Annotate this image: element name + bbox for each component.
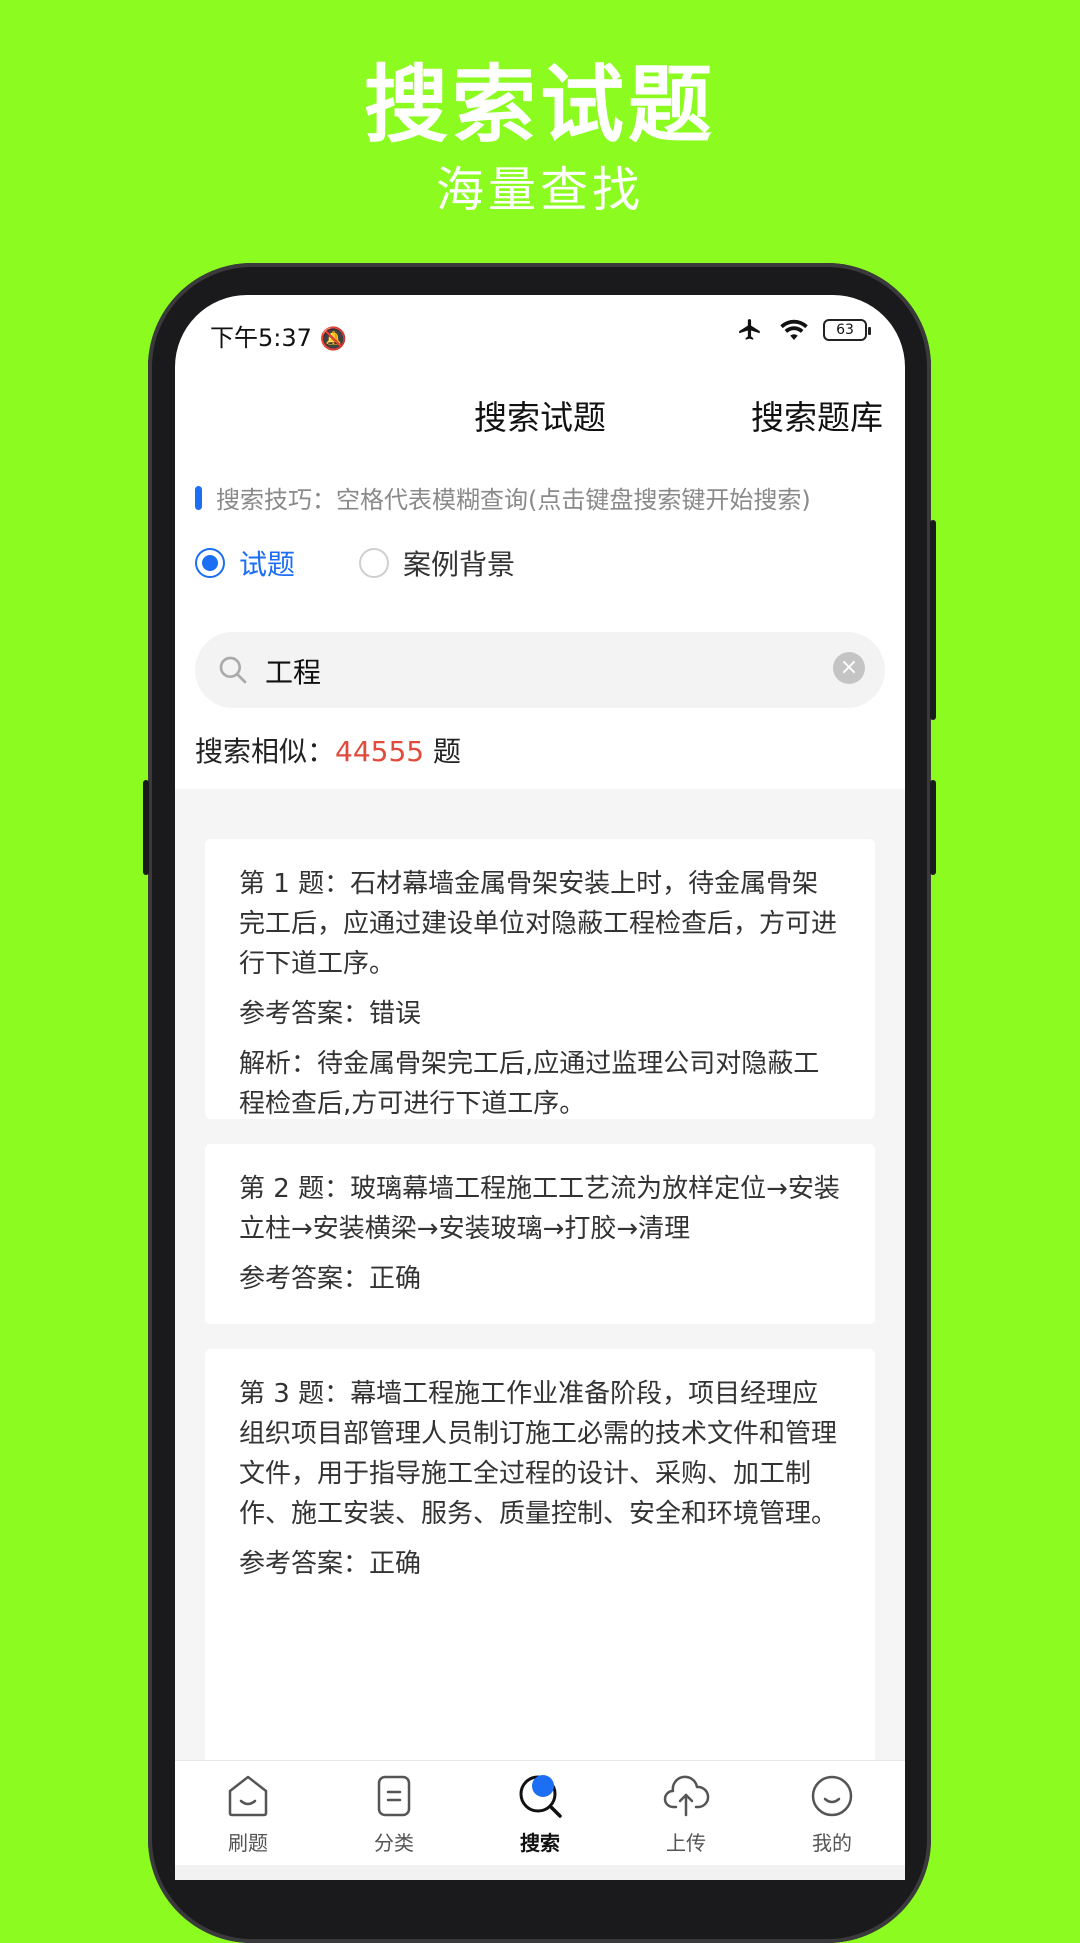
radio-label: 案例背景	[403, 548, 516, 581]
phone-side-button	[143, 780, 149, 875]
nav-label: 刷题	[228, 1831, 268, 1855]
nav-item-upload[interactable]: 上传	[613, 1761, 759, 1866]
nav-item-mine[interactable]: 我的	[759, 1761, 905, 1866]
profile-face-icon	[811, 1775, 853, 1817]
home-face-icon	[228, 1775, 268, 1817]
answer-text: 参考答案：正确	[239, 1264, 422, 1294]
question-text: 第 3 题：幕墙工程施工作业准备阶段，项目经理应组织项目部管理人员制订施工必需的…	[239, 1379, 838, 1529]
search-icon	[219, 656, 247, 684]
search-tip: 搜索技巧：空格代表模糊查询(点击键盘搜索键开始搜索)	[195, 480, 811, 515]
phone-power-button	[930, 780, 936, 875]
cloud-upload-icon	[663, 1775, 710, 1817]
answer-text: 参考答案：错误	[239, 999, 422, 1029]
battery-icon: 63	[823, 319, 871, 341]
radio-label: 试题	[239, 548, 296, 581]
radio-unchecked-icon[interactable]	[359, 548, 390, 578]
status-bar: 下午5:37 🔕 63	[175, 295, 905, 370]
analysis-text: 解析：待金属骨架完工后,应通过监理公司对隐蔽工程检查后,方可进行下道工序。	[239, 1049, 820, 1119]
question-list[interactable]: 第 1 题：石材幕墙金属骨架安装上时，待金属骨架完工后，应通过建设单位对隐蔽工程…	[175, 789, 905, 1839]
result-count: 搜索相似：44555 题	[195, 735, 461, 768]
category-icon	[377, 1775, 411, 1817]
phone-volume-button	[930, 520, 936, 720]
search-bank-button[interactable]: 搜索题库	[751, 391, 883, 439]
promo-title: 搜索试题	[363, 56, 716, 154]
app-header: 搜索试题 搜索题库	[175, 373, 905, 453]
search-icon	[519, 1775, 562, 1818]
bottom-nav: 刷题 分类 搜索 上传 我的	[175, 1760, 905, 1866]
radio-checked-icon[interactable]	[195, 548, 225, 578]
nav-item-practice[interactable]: 刷题	[175, 1761, 321, 1866]
question-card[interactable]: 第 2 题：玻璃幕墙工程施工工艺流为放样定位→安装立柱→安装横梁→安装玻璃→打胶…	[205, 1144, 875, 1324]
question-card[interactable]: 第 1 题：石材幕墙金属骨架安装上时，待金属骨架完工后，应通过建设单位对隐蔽工程…	[205, 839, 875, 1119]
wifi-icon	[780, 319, 808, 340]
mute-icon: 🔕	[319, 327, 347, 352]
nav-item-search[interactable]: 搜索	[467, 1761, 613, 1866]
search-box: ×	[195, 632, 885, 708]
nav-label: 搜索	[520, 1831, 560, 1855]
clear-icon[interactable]: ×	[833, 652, 865, 684]
question-text: 第 1 题：石材幕墙金属骨架安装上时，待金属骨架完工后，应通过建设单位对隐蔽工程…	[239, 869, 838, 979]
nav-label: 分类	[374, 1831, 414, 1855]
app-screen: 下午5:37 🔕 63 搜索试题 搜索题库 搜索技巧：空格代表模糊查询(点击键盘…	[175, 295, 905, 1880]
radio-questions[interactable]: 试题	[195, 543, 295, 583]
status-time: 下午5:37 🔕	[210, 324, 347, 352]
nav-item-category[interactable]: 分类	[321, 1761, 467, 1866]
search-type-radio-group: 试题 案例背景	[195, 543, 579, 583]
home-indicator-area	[175, 1865, 905, 1880]
airplane-icon	[739, 319, 760, 340]
question-text: 第 2 题：玻璃幕墙工程施工工艺流为放样定位→安装立柱→安装横梁→安装玻璃→打胶…	[239, 1174, 840, 1244]
search-input[interactable]	[263, 644, 807, 698]
promo-subtitle: 海量查找	[435, 162, 644, 218]
result-count-number: 44555	[335, 735, 425, 768]
answer-text: 参考答案：正确	[239, 1549, 422, 1579]
nav-label: 上传	[666, 1831, 706, 1855]
nav-label: 我的	[812, 1831, 852, 1855]
tip-accent-bar	[195, 485, 202, 510]
tip-text: 搜索技巧：空格代表模糊查询(点击键盘搜索键开始搜索)	[216, 486, 811, 514]
radio-case-background[interactable]: 案例背景	[359, 543, 515, 583]
